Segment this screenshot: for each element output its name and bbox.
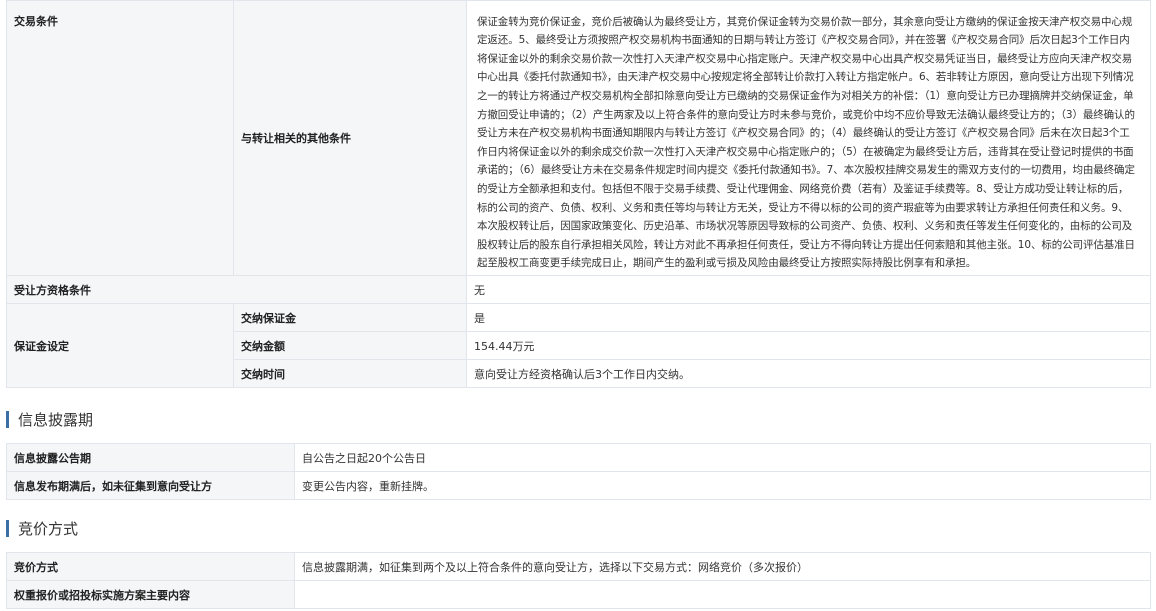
section-accent-bar [6,519,9,537]
deposit-amount-value: 154.44万元 [466,331,1151,360]
disclosure-section: 信息披露公告期 自公告之日起20个公告日 信息发布期满后，如未征集到意向受让方 … [6,443,1151,500]
other-conditions-text: 保证金转为竞价保证金，竞价后被确认为最终受让方，其竞价保证金转为交易价款一部分，… [477,15,1135,270]
transaction-table: 交易条件 与转让相关的其他条件 保证金转为竞价保证金，竞价后被确认为最终受让方，… [6,0,1151,388]
table-row: 信息披露公告期 自公告之日起20个公告日 [6,443,1151,472]
weighted-bid-label: 权重报价或招投标实施方案主要内容 [6,580,295,609]
qualification-label: 受让方资格条件 [6,275,467,304]
deposit-time-label: 交纳时间 [233,359,467,388]
disclosure-title: 信息披露期 [18,410,94,429]
deposit-required-label: 交纳保证金 [233,303,467,332]
deposit-required-value: 是 [466,303,1151,332]
no-bidder-value: 变更公告内容，重新挂牌。 [294,471,1151,500]
disclosure-section-title: 信息披露期 [6,409,93,429]
bidding-title: 竞价方式 [18,519,79,538]
table-row: 权重报价或招投标实施方案主要内容 [6,580,1151,609]
bidding-section-title: 竞价方式 [6,518,78,538]
deposit-amount-label: 交纳金额 [233,331,467,360]
table-row: 信息发布期满后，如未征集到意向受让方 变更公告内容，重新挂牌。 [6,471,1151,500]
bidding-section: 竞价方式 信息披露期满，如征集到两个及以上符合条件的意向受让方，选择以下交易方式… [6,552,1151,609]
bidding-table: 竞价方式 信息披露期满，如征集到两个及以上符合条件的意向受让方，选择以下交易方式… [6,552,1151,609]
bidding-method-label: 竞价方式 [6,552,295,581]
bidding-method-value: 信息披露期满，如征集到两个及以上符合条件的意向受让方，选择以下交易方式：网络竞价… [294,552,1151,581]
section-accent-bar [6,410,9,428]
deposit-label: 保证金设定 [6,303,234,388]
transaction-section: 交易条件 与转让相关的其他条件 保证金转为竞价保证金，竞价后被确认为最终受让方，… [6,0,1151,388]
qualification-value: 无 [466,275,1151,304]
table-row: 交易条件 与转让相关的其他条件 保证金转为竞价保证金，竞价后被确认为最终受让方，… [6,0,1151,276]
disclosure-period-label: 信息披露公告期 [6,443,295,472]
no-bidder-label: 信息发布期满后，如未征集到意向受让方 [6,471,295,500]
weighted-bid-value [294,580,1151,609]
deposit-time-value: 意向受让方经资格确认后3个工作日内交纳。 [466,359,1151,388]
table-row: 竞价方式 信息披露期满，如征集到两个及以上符合条件的意向受让方，选择以下交易方式… [6,552,1151,581]
transaction-label: 交易条件 [6,0,234,276]
disclosure-period-value: 自公告之日起20个公告日 [294,443,1151,472]
table-row: 受让方资格条件 无 [6,275,1151,304]
table-row: 保证金设定 交纳保证金 是 [6,303,1151,388]
disclosure-table: 信息披露公告期 自公告之日起20个公告日 信息发布期满后，如未征集到意向受让方 … [6,443,1151,500]
other-conditions-label: 与转让相关的其他条件 [233,0,467,276]
